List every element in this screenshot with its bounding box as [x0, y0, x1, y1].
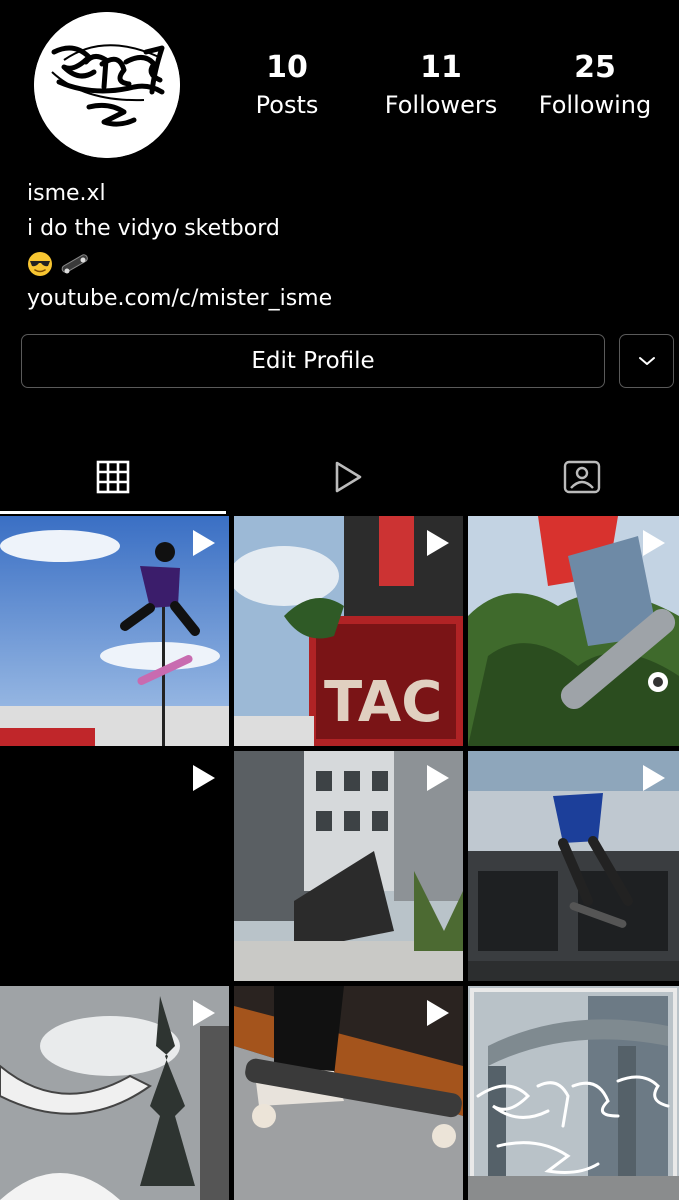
following-count[interactable]: 25 Following	[525, 50, 665, 120]
posts-grid: TAC	[0, 516, 679, 1200]
tab-reels[interactable]	[235, 440, 461, 514]
graffiti-building-image	[468, 986, 679, 1200]
profile-bio: isme.xl i do the vidyo sketbord youtube.…	[27, 176, 332, 316]
post-thumbnail[interactable]	[0, 986, 229, 1200]
tab-grid[interactable]	[0, 440, 226, 514]
graffiti-tag-logo	[34, 12, 180, 158]
following-count-value: 25	[574, 50, 616, 85]
svg-text:TAC: TAC	[324, 670, 442, 735]
video-play-icon	[643, 530, 665, 556]
followers-count-label: Followers	[384, 91, 498, 119]
posts-count[interactable]: 10 Posts	[217, 50, 357, 120]
video-play-icon	[427, 765, 449, 791]
reels-play-icon	[335, 461, 362, 493]
profile-link[interactable]: youtube.com/c/mister_isme	[27, 281, 332, 316]
edit-profile-button[interactable]: Edit Profile	[21, 334, 605, 388]
post-thumbnail[interactable]: TAC	[234, 516, 463, 746]
suggested-dropdown-button[interactable]	[619, 334, 674, 388]
bio-emojis	[27, 246, 332, 281]
post-thumbnail[interactable]	[468, 986, 679, 1200]
video-play-icon	[193, 1000, 215, 1026]
tagged-person-icon	[563, 460, 601, 494]
post-thumbnail[interactable]	[0, 751, 229, 981]
video-play-icon	[643, 765, 665, 791]
post-thumbnail[interactable]	[468, 516, 679, 746]
skateboard-emoji-icon	[61, 253, 88, 273]
post-thumbnail[interactable]	[234, 986, 463, 1200]
tab-tagged[interactable]	[469, 440, 679, 514]
sunglasses-emoji-icon	[28, 251, 52, 276]
post-thumbnail[interactable]	[468, 751, 679, 981]
followers-count-value: 11	[420, 50, 462, 85]
profile-avatar[interactable]	[34, 12, 180, 158]
video-play-icon	[193, 765, 215, 791]
post-thumbnail[interactable]	[0, 516, 229, 746]
username: isme.xl	[27, 181, 106, 206]
profile-tabs	[0, 440, 679, 514]
posts-count-label: Posts	[255, 91, 319, 119]
video-play-icon	[427, 1000, 449, 1026]
chevron-down-icon	[638, 357, 655, 365]
edit-profile-label: Edit Profile	[251, 348, 375, 374]
grid-icon	[96, 460, 130, 494]
bio-text: i do the vidyo sketbord	[27, 216, 280, 241]
post-thumbnail[interactable]	[234, 751, 463, 981]
video-play-icon	[193, 530, 215, 556]
followers-count[interactable]: 11 Followers	[371, 50, 511, 120]
posts-count-value: 10	[266, 50, 308, 85]
video-play-icon	[427, 530, 449, 556]
following-count-label: Following	[538, 91, 652, 119]
